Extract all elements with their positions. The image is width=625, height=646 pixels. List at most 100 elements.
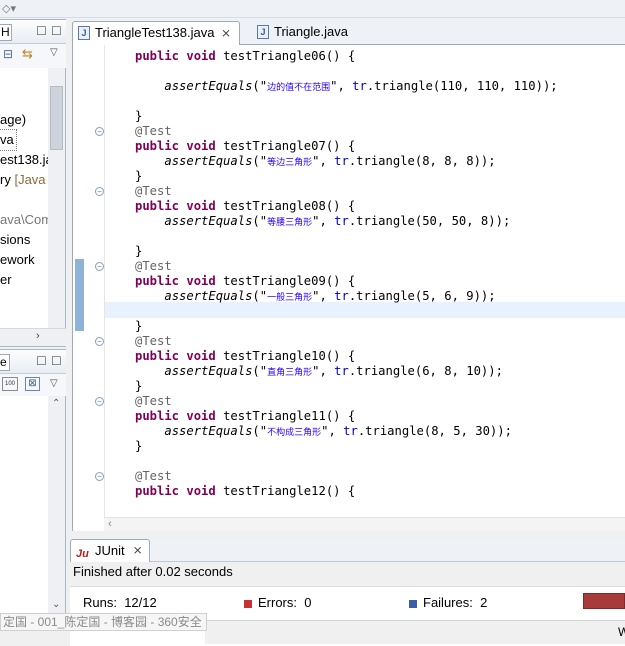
junit-status-text: Finished after 0.02 seconds: [73, 564, 233, 579]
maximize-icon[interactable]: ☐: [51, 354, 62, 368]
code-line: assertEquals("等腰三角形", tr.triangle(50, 50…: [164, 214, 511, 228]
tab-outline[interactable]: e: [0, 354, 10, 371]
editor-ruler: − − − − − −: [73, 45, 104, 517]
package-explorer-vscrollbar[interactable]: [48, 68, 65, 332]
code-line: }: [135, 169, 143, 183]
code-line: @Test: [135, 124, 172, 138]
view-menu-icon[interactable]: ▽: [50, 47, 58, 58]
fold-icon[interactable]: −: [95, 397, 104, 406]
failures-label: Failures:: [423, 595, 473, 610]
maximize-icon[interactable]: ☐: [51, 24, 62, 38]
package-explorer-toolbar: ⊟ ⇆ ▽: [0, 44, 66, 68]
code-line: }: [135, 379, 143, 393]
link-with-editor-icon[interactable]: ⇆: [22, 46, 33, 62]
tree-item-selected[interactable]: va: [0, 129, 17, 151]
java-file-icon: J: [257, 25, 269, 39]
code-editor[interactable]: − − − − − − public void testTriangle06()…: [72, 45, 625, 531]
fold-icon[interactable]: −: [95, 127, 104, 136]
status-bar: W: [205, 620, 625, 644]
outline-tab-strip: e ☐ ☐: [0, 350, 66, 374]
fold-icon[interactable]: −: [95, 187, 104, 196]
tree-item[interactable]: er: [0, 270, 50, 290]
browser-caption: 定国 - 001_陈定国 - 博客园 - 360安全: [0, 613, 207, 631]
code-line: public void testTriangle07() {: [135, 139, 356, 153]
code-line: public void testTriangle08() {: [135, 199, 356, 213]
selection-marker: [75, 259, 84, 331]
scroll-up-icon[interactable]: ⌃: [52, 398, 60, 409]
code-line: assertEquals("边的值不在范围", tr.triangle(110,…: [164, 79, 558, 93]
tree-item[interactable]: ava\Com: [0, 210, 50, 230]
errors-label: Errors:: [258, 595, 297, 610]
code-line: @Test: [135, 469, 172, 483]
outline-toolbar: 100 ⊠ ▽: [0, 374, 66, 396]
tree-item-label: sions: [0, 232, 31, 247]
error-icon: [244, 599, 252, 608]
code-line: public void testTriangle06() {: [135, 49, 356, 63]
errors-value: 0: [304, 595, 312, 610]
code-line: }: [135, 109, 143, 123]
tree-item-label: ework: [0, 252, 35, 267]
outline-vscrollbar[interactable]: ⌃ ⌄: [48, 396, 65, 614]
code-line: @Test: [135, 184, 172, 198]
tab-label: JUnit: [95, 543, 125, 558]
code-line: @Test: [135, 334, 172, 348]
fold-icon[interactable]: −: [95, 262, 104, 271]
tree-item[interactable]: est138.jav: [0, 150, 50, 170]
junit-tab-bar: Ju JUnit ⨯: [70, 538, 625, 562]
code-line: assertEquals("直角三角形", tr.triangle(6, 8, …: [164, 364, 503, 378]
tree-item-label: er: [0, 272, 12, 287]
code-line: @Test: [135, 259, 172, 273]
runs-value: 12/12: [124, 595, 157, 610]
tab-label: TriangleTest138.java: [95, 25, 215, 40]
collapse-all-icon[interactable]: ⊟: [3, 47, 13, 61]
close-icon[interactable]: ⨯: [221, 22, 231, 44]
code-line: public void testTriangle11() {: [135, 409, 356, 423]
code-line: @Test: [135, 394, 172, 408]
tree-item-label: ry: [0, 172, 11, 187]
code-line: }: [135, 244, 143, 258]
tree-item[interactable]: ry [Java: [0, 170, 50, 190]
scroll-down-icon[interactable]: ⌄: [52, 599, 60, 610]
package-explorer-hscrollbar[interactable]: ›: [0, 328, 66, 346]
view-menu-icon[interactable]: ▽: [50, 378, 58, 389]
tab-triangletest138[interactable]: J TriangleTest138.java ⨯: [72, 21, 240, 45]
tab-label: Triangle.java: [274, 24, 348, 39]
tree-item-label: va: [0, 132, 14, 147]
tab-junit[interactable]: Ju JUnit ⨯: [70, 539, 150, 562]
close-icon[interactable]: ⨯: [133, 540, 143, 561]
code-line: }: [135, 319, 143, 333]
code-line: assertEquals("一般三角形", tr.triangle(5, 6, …: [164, 289, 496, 303]
tree-item[interactable]: ework: [0, 250, 50, 270]
outline-panel: e ☐ ☐ 100 ⊠ ▽ ⌃ ⌄: [0, 349, 66, 615]
runs-counter: Runs: 12/12: [83, 595, 157, 610]
focus-icon[interactable]: ⊠: [25, 377, 40, 391]
tree-item[interactable]: sions: [0, 230, 50, 250]
code-line: public void testTriangle09() {: [135, 274, 356, 288]
tab-package-explorer[interactable]: H: [0, 24, 12, 41]
scroll-right-icon[interactable]: ›: [36, 330, 40, 342]
tree-item[interactable]: age): [0, 110, 50, 130]
status-text: W: [618, 625, 625, 639]
code-area[interactable]: public void testTriangle06() { assertEqu…: [104, 45, 625, 517]
failures-counter: Failures: 2: [409, 595, 487, 610]
minimize-icon[interactable]: ☐: [36, 354, 47, 368]
scroll-left-icon[interactable]: ‹: [108, 518, 112, 530]
main-toolbar: ◇▾: [0, 0, 625, 18]
package-explorer-tab-strip: H ☐ ☐: [0, 20, 66, 44]
editor-tab-bar: J TriangleTest138.java ⨯ J Triangle.java: [72, 19, 625, 45]
editor-hscrollbar[interactable]: ‹: [104, 517, 625, 531]
code-line: assertEquals("等边三角形", tr.triangle(8, 8, …: [164, 154, 496, 168]
fold-icon[interactable]: −: [95, 337, 104, 346]
dropdown-arrow-icon[interactable]: ◇▾: [2, 2, 16, 15]
failures-value: 2: [480, 595, 488, 610]
hierarchy-icon[interactable]: 100: [2, 377, 18, 391]
failure-icon: [409, 599, 417, 608]
code-line: }: [135, 439, 143, 453]
minimize-icon[interactable]: ☐: [36, 24, 47, 38]
fold-icon[interactable]: −: [95, 472, 104, 481]
caption-text: 定国 - 001_陈定国 - 博客园 - 360安全: [3, 615, 202, 629]
tree-item-label: ava\Com: [0, 212, 50, 227]
code-line: assertEquals("不构成三角形", tr.triangle(8, 5,…: [164, 424, 512, 438]
tab-triangle[interactable]: J Triangle.java: [252, 21, 372, 45]
scrollbar-thumb[interactable]: [50, 86, 63, 150]
